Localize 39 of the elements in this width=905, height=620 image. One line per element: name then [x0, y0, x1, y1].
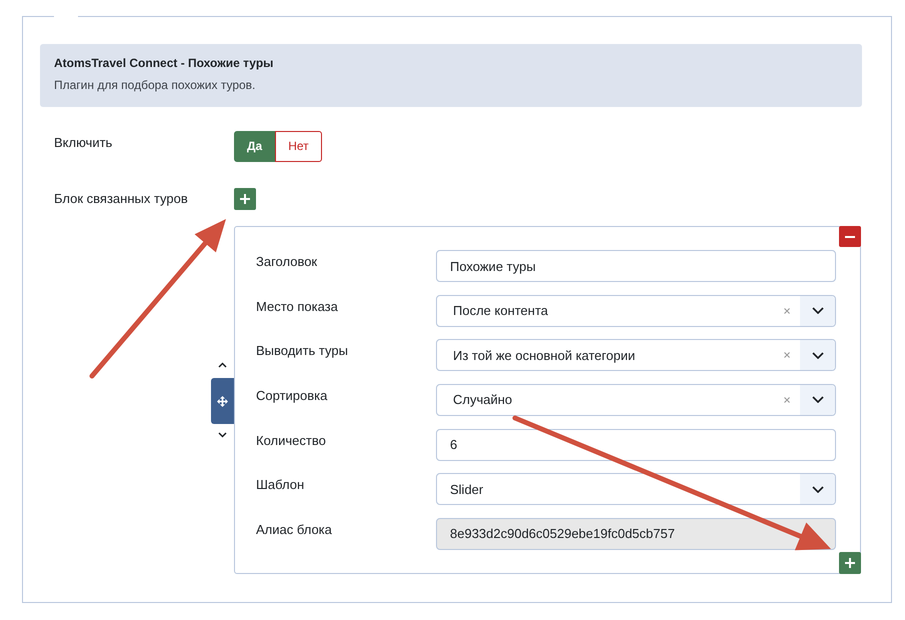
plus-icon — [240, 194, 250, 204]
move-up-button[interactable] — [216, 360, 230, 370]
text-field[interactable]: 6 — [436, 428, 836, 461]
add-block-button[interactable] — [234, 188, 256, 210]
toggle-option[interactable]: Нет — [275, 131, 322, 162]
select-field[interactable]: После контента — [436, 294, 836, 327]
text-field[interactable]: Похожие туры — [436, 250, 836, 282]
field-label: Количество — [256, 432, 327, 450]
chevron-down-icon — [218, 432, 227, 438]
field-label: Сортировка — [256, 386, 328, 405]
plugin-title: AtomsTravel Connect - Похожие туры — [54, 55, 274, 71]
field-label: Место показа — [256, 298, 339, 316]
remove-row-button[interactable] — [839, 226, 861, 247]
chevron-down-icon — [812, 307, 824, 314]
chevron-down-icon — [812, 486, 824, 493]
drag-handle[interactable] — [211, 378, 234, 424]
dropdown-toggle[interactable] — [800, 296, 835, 326]
field-label: Шаблон — [256, 476, 306, 494]
chevron-down-icon — [812, 396, 824, 404]
dropdown-toggle[interactable] — [800, 384, 835, 415]
field-label: Включить — [53, 134, 114, 151]
dropdown-toggle[interactable] — [800, 474, 835, 504]
add-row-button[interactable] — [839, 552, 861, 574]
field-label: Заголовок — [256, 253, 318, 271]
plus-icon — [845, 558, 855, 568]
toggle-option[interactable]: Да — [234, 131, 276, 162]
field-label: Алиас блока — [256, 520, 333, 539]
field-label: Блок связанных туров — [53, 190, 189, 207]
move-down-button[interactable] — [216, 430, 230, 440]
chevron-up-icon — [218, 362, 227, 368]
field-label: Выводить туры — [256, 342, 349, 360]
dropdown-toggle[interactable] — [800, 340, 835, 370]
select-field[interactable]: Slider — [436, 473, 836, 506]
move-icon — [217, 396, 228, 406]
select-field[interactable]: Из той же основной категории — [436, 339, 836, 372]
plugin-description: Плагин для подбора похожих туров. — [54, 77, 256, 93]
chevron-down-icon — [812, 352, 824, 359]
select-field[interactable]: Случайно — [436, 384, 836, 416]
minus-icon — [845, 236, 855, 238]
